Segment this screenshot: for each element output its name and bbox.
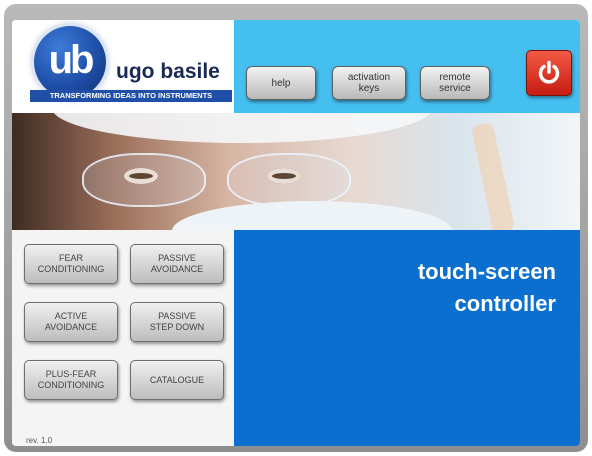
- passive-avoidance-button[interactable]: PASSIVE AVOIDANCE: [130, 244, 224, 284]
- passive-step-down-button[interactable]: PASSIVE STEP DOWN: [130, 302, 224, 342]
- revision-label: rev. 1.0: [26, 436, 53, 445]
- active-avoidance-button[interactable]: ACTIVE AVOIDANCE: [24, 302, 118, 342]
- test-menu-panel: FEAR CONDITIONING PASSIVE AVOIDANCE ACTI…: [12, 230, 234, 446]
- catalogue-label: CATALOGUE: [149, 374, 205, 385]
- hero-eye-right: [267, 168, 301, 184]
- remote-service-button-label: remote service: [439, 72, 471, 94]
- fear-conditioning-label: FEAR CONDITIONING: [37, 253, 105, 274]
- main-panel: touch-screen controller: [234, 230, 580, 446]
- plus-fear-conditioning-button[interactable]: PLUS-FEAR CONDITIONING: [24, 360, 118, 400]
- brand-name: ugo basile: [116, 60, 220, 83]
- logo-area: ub ugo basile TRANSFORMING IDEAS INTO IN…: [12, 20, 234, 113]
- screen: ub ugo basile TRANSFORMING IDEAS INTO IN…: [12, 20, 580, 446]
- passive-avoidance-label: PASSIVE AVOIDANCE: [150, 253, 204, 274]
- active-avoidance-label: ACTIVE AVOIDANCE: [44, 311, 98, 332]
- hero-cap: [52, 113, 432, 143]
- power-icon: [538, 60, 560, 84]
- brand-tagline: TRANSFORMING IDEAS INTO INSTRUMENTS: [30, 90, 232, 102]
- passive-step-down-label: PASSIVE STEP DOWN: [149, 311, 205, 332]
- top-toolbar: help activation keys remote service: [234, 20, 580, 113]
- logo-letters: ub: [48, 38, 95, 82]
- hero-eye-left: [124, 168, 158, 184]
- fear-conditioning-button[interactable]: FEAR CONDITIONING: [24, 244, 118, 284]
- hero-banner-image: [12, 113, 580, 230]
- hero-test-tube: [470, 121, 516, 230]
- plus-fear-conditioning-label: PLUS-FEAR CONDITIONING: [37, 369, 105, 390]
- help-button-label: help: [271, 77, 291, 89]
- activation-keys-button[interactable]: activation keys: [332, 66, 406, 100]
- activation-keys-button-label: activation keys: [347, 72, 391, 94]
- catalogue-button[interactable]: CATALOGUE: [130, 360, 224, 400]
- remote-service-button[interactable]: remote service: [420, 66, 490, 100]
- help-button[interactable]: help: [246, 66, 316, 100]
- main-title: touch-screen controller: [417, 259, 556, 316]
- ub-logo: ub: [34, 26, 106, 98]
- power-button[interactable]: [526, 50, 572, 96]
- hero-face-mask: [172, 201, 452, 230]
